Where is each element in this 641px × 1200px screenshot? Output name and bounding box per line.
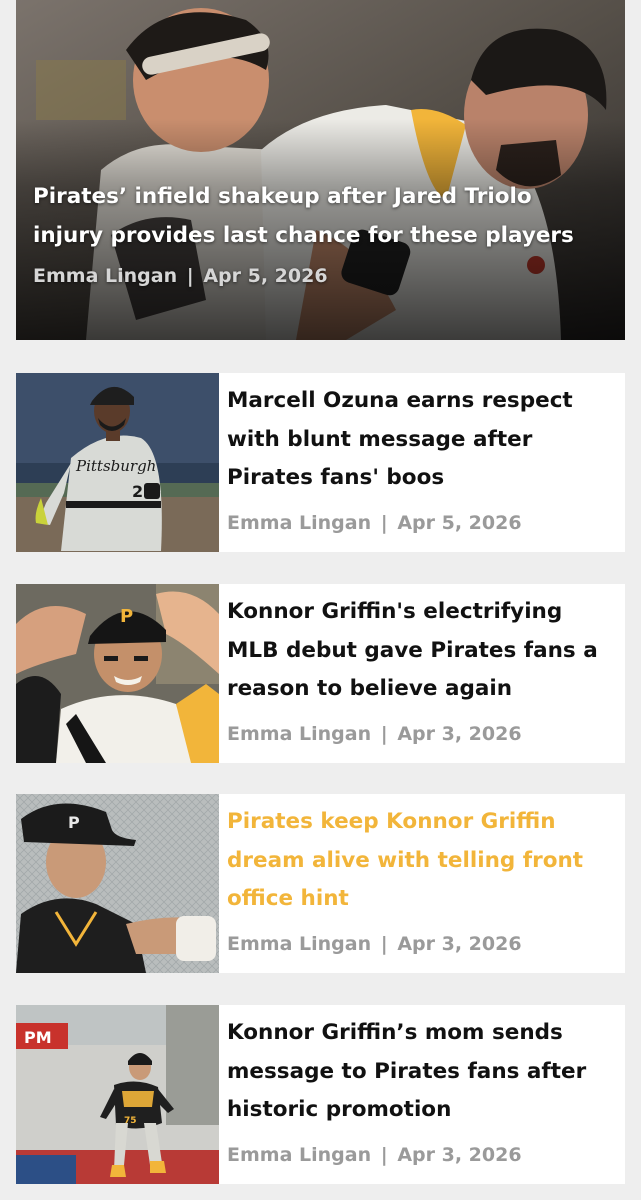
article-author[interactable]: Emma Lingan bbox=[227, 512, 371, 534]
featured-article-byline: Emma Lingan | Apr 5, 2026 bbox=[33, 265, 608, 287]
article-date: Apr 5, 2026 bbox=[203, 265, 328, 287]
jersey-number: 2 bbox=[132, 482, 143, 501]
cap-logo-letter: P bbox=[120, 606, 133, 627]
article-title[interactable]: Konnor Griffin’s mom sends message to Pi… bbox=[227, 1014, 619, 1130]
featured-article-title[interactable]: Pirates’ infield shakeup after Jared Tri… bbox=[33, 178, 608, 255]
article-date: Apr 3, 2026 bbox=[397, 723, 522, 745]
byline-separator: | bbox=[186, 265, 194, 287]
article-date: Apr 5, 2026 bbox=[397, 512, 522, 534]
article-title[interactable]: Pirates keep Konnor Griffin dream alive … bbox=[227, 803, 619, 919]
article-byline: Emma Lingan | Apr 3, 2026 bbox=[227, 933, 522, 955]
article-title[interactable]: Marcell Ozuna earns respect with blunt m… bbox=[227, 382, 619, 498]
article-author[interactable]: Emma Lingan bbox=[33, 265, 177, 287]
article-byline: Emma Lingan | Apr 5, 2026 bbox=[227, 512, 522, 534]
article-date: Apr 3, 2026 bbox=[397, 1144, 522, 1166]
article-card[interactable]: P Pirates keep Konnor Griffin dream aliv… bbox=[16, 794, 625, 973]
article-date: Apr 3, 2026 bbox=[397, 933, 522, 955]
article-thumbnail[interactable]: Pittsburgh 2 bbox=[16, 373, 219, 552]
article-title[interactable]: Konnor Griffin's electrifying MLB debut … bbox=[227, 593, 619, 709]
jersey-number: 75 bbox=[124, 1116, 137, 1126]
article-author[interactable]: Emma Lingan bbox=[227, 933, 371, 955]
article-author[interactable]: Emma Lingan bbox=[227, 1144, 371, 1166]
byline-separator: | bbox=[380, 1144, 388, 1166]
article-card[interactable]: Pittsburgh 2 Marcell Ozuna earns respect… bbox=[16, 373, 625, 552]
article-byline: Emma Lingan | Apr 3, 2026 bbox=[227, 1144, 522, 1166]
article-feed: Pirates’ infield shakeup after Jared Tri… bbox=[0, 0, 641, 1200]
byline-separator: | bbox=[380, 512, 388, 534]
article-card[interactable]: P Konnor Griffin's electrifying MLB debu… bbox=[16, 584, 625, 763]
article-thumbnail[interactable]: P bbox=[16, 794, 219, 973]
byline-separator: | bbox=[380, 723, 388, 745]
article-thumbnail[interactable]: P bbox=[16, 584, 219, 763]
article-card-body: Konnor Griffin's electrifying MLB debut … bbox=[227, 593, 619, 758]
article-byline: Emma Lingan | Apr 3, 2026 bbox=[227, 723, 522, 745]
featured-article-text: Pirates’ infield shakeup after Jared Tri… bbox=[33, 178, 608, 287]
article-card[interactable]: PM 75 Konnor Griffin’s mom sends message… bbox=[16, 1005, 625, 1184]
jersey-script-text: Pittsburgh bbox=[75, 457, 156, 475]
article-card-body: Konnor Griffin’s mom sends message to Pi… bbox=[227, 1014, 619, 1179]
cap-logo-letter: P bbox=[68, 813, 80, 832]
article-card-body: Marcell Ozuna earns respect with blunt m… bbox=[227, 382, 619, 547]
hero-gradient-overlay bbox=[16, 0, 625, 340]
article-author[interactable]: Emma Lingan bbox=[227, 723, 371, 745]
article-card-body: Pirates keep Konnor Griffin dream alive … bbox=[227, 803, 619, 968]
article-thumbnail[interactable]: PM 75 bbox=[16, 1005, 219, 1184]
stadium-sign-text: PM bbox=[24, 1028, 52, 1047]
featured-article-card[interactable]: Pirates’ infield shakeup after Jared Tri… bbox=[16, 0, 625, 340]
byline-separator: | bbox=[380, 933, 388, 955]
